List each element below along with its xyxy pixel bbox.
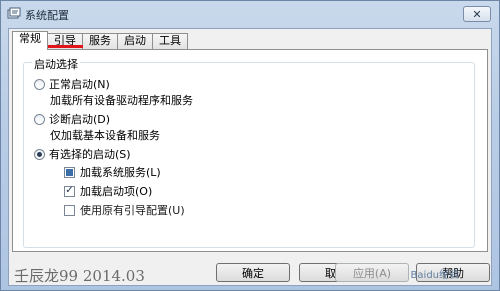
window-title: 系统配置 bbox=[25, 9, 69, 22]
group-legend: 启动选择 bbox=[32, 56, 80, 72]
apply-button[interactable]: 应用(A) bbox=[335, 263, 409, 282]
help-button[interactable]: 帮助 bbox=[416, 263, 490, 282]
checkbox-label: 加载启动项(O) bbox=[80, 185, 153, 198]
checkbox-box[interactable] bbox=[64, 166, 75, 178]
checkbox-load-system-services[interactable]: 加载系统服务(L) bbox=[64, 164, 161, 180]
checkbox-label: 加载系统服务(L) bbox=[80, 166, 161, 179]
startup-selection-group: 启动选择 正常启动(N) 加载所有设备驱动程序和服务 诊断启动(D) 仅加载基本… bbox=[23, 56, 475, 248]
option-description: 仅加载基本设备和服务 bbox=[50, 129, 160, 142]
title-bar[interactable]: 系统配置 ✕ bbox=[1, 1, 499, 27]
checkmark-icon: ✓ bbox=[65, 185, 74, 196]
radio-label: 诊断启动(D) bbox=[49, 113, 111, 126]
close-button[interactable]: ✕ bbox=[463, 6, 491, 22]
tab-strip: 常规 引导 服务 启动 工具 bbox=[12, 31, 188, 50]
checkbox-label: 使用原有引导配置(U) bbox=[80, 204, 185, 217]
checkbox-use-original-boot-config[interactable]: 使用原有引导配置(U) bbox=[64, 202, 185, 218]
option-description: 加载所有设备驱动程序和服务 bbox=[50, 94, 193, 107]
checkbox-box[interactable]: ✓ bbox=[64, 185, 75, 197]
radio-circle[interactable] bbox=[34, 78, 45, 90]
radio-label: 正常启动(N) bbox=[49, 78, 110, 91]
checkbox-box[interactable] bbox=[64, 204, 75, 216]
ok-button[interactable]: 确定 bbox=[216, 263, 290, 282]
radio-circle[interactable] bbox=[34, 113, 45, 125]
system-config-icon bbox=[7, 7, 21, 19]
tab-tools[interactable]: 工具 bbox=[152, 33, 188, 49]
tab-highlight-underline bbox=[47, 45, 83, 48]
radio-circle[interactable] bbox=[34, 148, 45, 160]
radio-label: 有选择的启动(S) bbox=[49, 148, 131, 161]
author-watermark: 壬辰龙99 2014.03 bbox=[14, 267, 145, 285]
dialog-client-area: 常规 引导 服务 启动 工具 启动选择 正常启动(N) 加载所有设备驱动程序和服… bbox=[8, 28, 492, 286]
tab-services[interactable]: 服务 bbox=[82, 33, 118, 49]
tab-startup[interactable]: 启动 bbox=[117, 33, 153, 49]
mixed-state-fill bbox=[66, 168, 73, 176]
tab-general[interactable]: 常规 bbox=[12, 31, 48, 50]
checkbox-load-startup-items[interactable]: ✓ 加载启动项(O) bbox=[64, 183, 152, 199]
radio-selective-startup[interactable]: 有选择的启动(S) bbox=[34, 146, 131, 162]
radio-diagnostic-startup[interactable]: 诊断启动(D) bbox=[34, 111, 110, 127]
radio-normal-startup[interactable]: 正常启动(N) bbox=[34, 76, 110, 92]
system-config-window: 系统配置 ✕ 常规 引导 服务 启动 工具 启动选择 正常启动(N) 加载所有设… bbox=[0, 0, 500, 291]
close-icon: ✕ bbox=[472, 7, 482, 21]
radio-selected-dot bbox=[37, 151, 42, 157]
general-tab-panel: 启动选择 正常启动(N) 加载所有设备驱动程序和服务 诊断启动(D) 仅加载基本… bbox=[12, 49, 488, 252]
